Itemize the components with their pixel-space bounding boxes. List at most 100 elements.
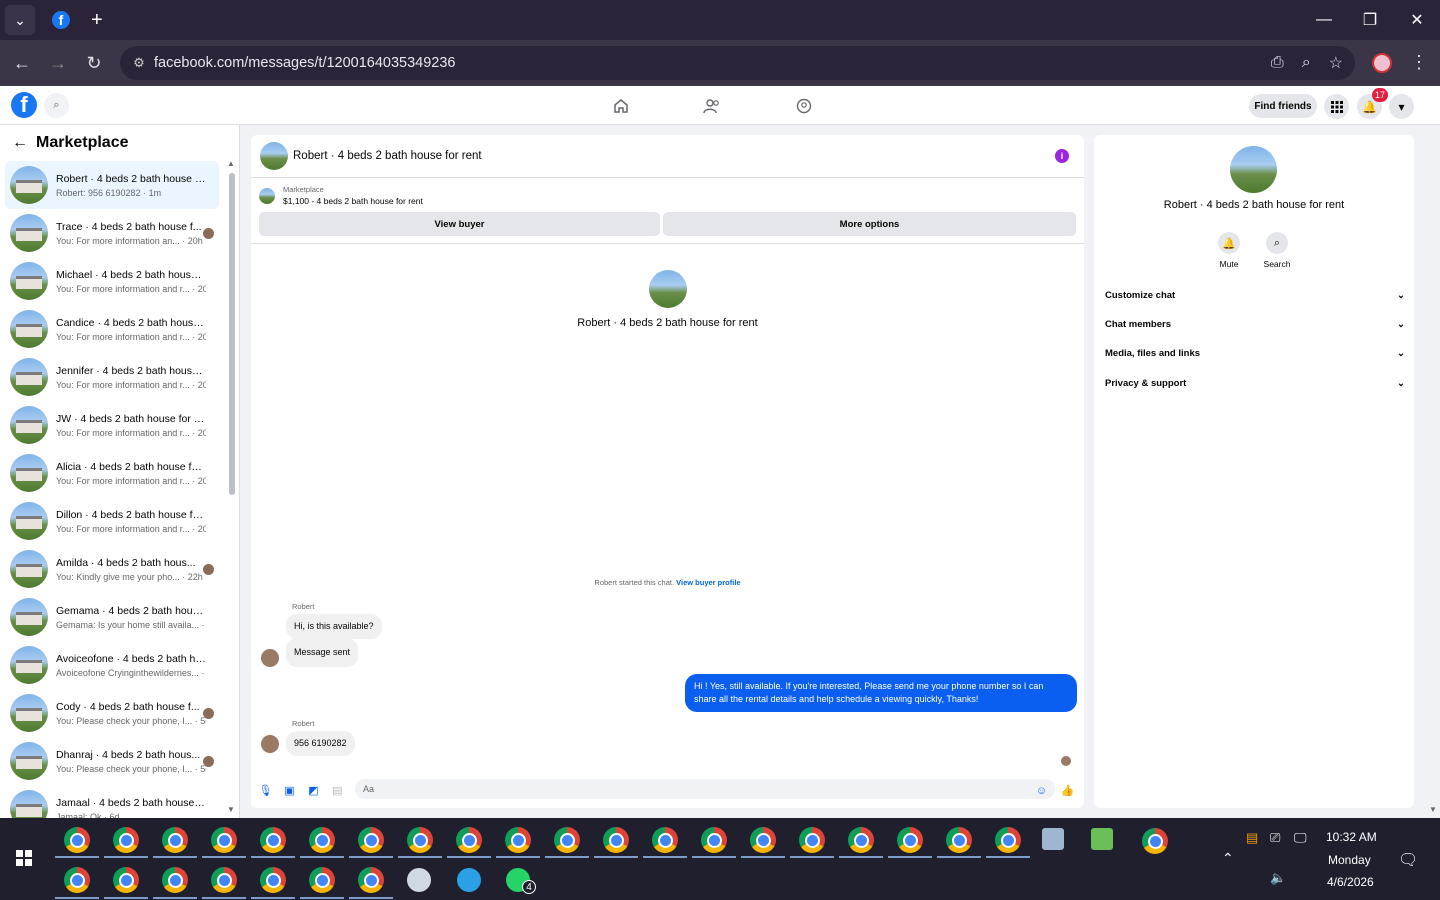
conversation-item[interactable]: Alicia · 4 beds 2 bath house for... You: … [5,449,219,497]
windows-start-icon[interactable] [16,850,32,871]
chrome-taskbar-icon[interactable] [260,827,286,853]
chrome-taskbar-icon[interactable] [505,827,531,853]
chrome-taskbar-icon[interactable] [162,827,188,853]
edge-icon[interactable] [457,868,481,892]
conversation-item[interactable]: Candice · 4 beds 2 bath house f... You: F… [5,305,219,353]
app-window-icon[interactable] [1042,828,1064,850]
view-buyer-button[interactable]: View buyer [259,212,660,236]
notepad-icon[interactable] [1091,828,1113,850]
media-files-links-item[interactable]: Media, files and links ⌄ [1105,348,1405,359]
chat-members-item[interactable]: Chat members ⌄ [1105,319,1405,330]
emoji-icon[interactable]: ☺ [1035,784,1048,797]
tab-facebook[interactable]: f [43,3,79,37]
conversation-item[interactable]: Amilda · 4 beds 2 bath hous... You: Kindl… [5,545,219,593]
friends-icon[interactable] [701,95,723,117]
chrome-taskbar-icon[interactable] [897,827,923,853]
find-friends-button[interactable]: Find friends [1249,94,1317,118]
chrome-taskbar-icon[interactable] [995,827,1021,853]
outgoing-message-bubble[interactable]: Hi ! Yes, still available. If you're int… [685,674,1077,712]
message-bubble[interactable]: Message sent [286,638,359,667]
chrome-taskbar-icon[interactable] [750,827,776,853]
conversation-item[interactable]: Robert · 4 beds 2 bath house f... Robert:… [5,161,219,209]
mute-button[interactable]: 🔔 Mute [1209,232,1249,269]
restore-icon[interactable]: ❐ [1347,0,1393,40]
profile-avatar-icon[interactable] [1372,53,1392,73]
sidebar-scrollbar[interactable] [229,173,235,495]
info-icon[interactable]: i [1055,149,1069,163]
chrome-taskbar-icon[interactable] [603,827,629,853]
conversation-item[interactable]: JW · 4 beds 2 bath house for rent You: Fo… [5,401,219,449]
meet-now-icon[interactable]: ⎚ [1270,830,1280,846]
conversation-item[interactable]: Dillon · 4 beds 2 bath house fo... You: F… [5,497,219,545]
page-scrollbar[interactable]: ▼ [1427,128,1440,818]
chrome-taskbar-icon[interactable] [946,827,972,853]
gif-icon[interactable]: ▤ [331,784,344,797]
chrome-taskbar-icon[interactable] [456,827,482,853]
chrome-taskbar-icon[interactable] [358,867,384,893]
chrome-taskbar-icon[interactable] [652,827,678,853]
conversation-item[interactable]: Trace · 4 beds 2 bath house f... You: For… [5,209,219,257]
listing-avatar[interactable] [260,142,288,170]
chrome-taskbar-icon[interactable] [162,867,188,893]
listing-summary[interactable]: Marketplace $1,100 - 4 beds 2 bath house… [259,185,423,206]
message-bubble[interactable]: 956 6190282 [286,731,355,756]
conversation-item[interactable]: Gemama · 4 beds 2 bath house... Gemama: I… [5,593,219,641]
conversation-item[interactable]: Dhanraj · 4 beds 2 bath hous... You: Plea… [5,737,219,785]
chrome-taskbar-icon[interactable] [1142,828,1168,854]
reload-icon[interactable]: ↻ [76,45,112,81]
chrome-taskbar-icon[interactable] [211,827,237,853]
search-button[interactable]: ⌕ Search [1257,232,1297,269]
conversation-item[interactable]: Michael · 4 beds 2 bath house f... You: F… [5,257,219,305]
chrome-taskbar-icon[interactable] [64,827,90,853]
scroll-down-arrow-icon[interactable]: ▼ [1429,805,1437,814]
minimize-icon[interactable]: — [1301,0,1347,40]
close-window-icon[interactable]: ✕ [1394,0,1440,40]
customize-chat-item[interactable]: Customize chat ⌄ [1105,290,1405,301]
network-icon[interactable]: 🖵 [1294,830,1307,846]
groups-icon[interactable] [793,95,815,117]
message-bubble[interactable]: Hi, is this available? [286,614,382,639]
tray-app-icon[interactable]: ▤ [1246,830,1258,846]
privacy-support-item[interactable]: Privacy & support ⌄ [1105,378,1405,389]
menu-grid-icon[interactable] [1324,94,1349,119]
profile-avatar[interactable] [648,270,687,308]
microphone-icon[interactable]: 🎙 [259,784,273,797]
more-options-button[interactable]: More options [663,212,1076,236]
chrome-taskbar-icon[interactable] [64,867,90,893]
message-input[interactable]: Aa [355,779,1055,799]
scroll-down-arrow-icon[interactable]: ▼ [227,805,235,814]
facebook-logo-icon[interactable]: f [11,92,37,118]
bookmark-star-icon[interactable]: ☆ [1329,53,1343,73]
site-info-icon[interactable]: ⚙ [124,55,154,71]
clock-time[interactable]: 10:32 AM [1326,830,1377,844]
zoom-icon[interactable]: ⌕ [1302,54,1311,72]
scroll-up-arrow-icon[interactable]: ▲ [227,159,235,168]
tray-chevron-icon[interactable]: ⌃ [1222,850,1234,867]
chrome-taskbar-icon[interactable] [799,827,825,853]
sender-avatar[interactable] [261,735,279,753]
search-icon[interactable]: ⌕ [44,93,69,118]
profile-avatar[interactable] [1230,146,1277,193]
address-bar[interactable]: ⚙ facebook.com/messages/t/12001640353492… [120,46,1355,80]
chrome-taskbar-icon[interactable] [211,867,237,893]
chrome-taskbar-icon[interactable] [113,867,139,893]
volume-icon[interactable]: 🔈 [1270,870,1286,886]
chrome-taskbar-icon[interactable] [848,827,874,853]
chrome-taskbar-icon[interactable] [113,827,139,853]
chrome-taskbar-icon[interactable] [260,867,286,893]
back-arrow-icon[interactable]: ← [4,45,40,81]
chrome-taskbar-icon[interactable] [407,827,433,853]
chrome-taskbar-icon[interactable] [554,827,580,853]
browser-menu-icon[interactable]: ⋮ [1410,52,1428,73]
conversation-item[interactable]: Avoiceofone · 4 beds 2 bath ho... Avoiceo… [5,641,219,689]
back-arrow-icon[interactable]: ← [12,134,36,152]
conversation-item[interactable]: Cody · 4 beds 2 bath house f... You: Plea… [5,689,219,737]
forward-arrow-icon[interactable]: → [40,45,76,81]
chrome-taskbar-icon[interactable] [309,827,335,853]
view-buyer-profile-link[interactable]: View buyer profile [676,578,740,587]
chat-title[interactable]: Robert · 4 beds 2 bath house for rent [293,150,482,162]
notification-center-icon[interactable]: 🗨 [1398,850,1418,870]
new-tab-plus-icon[interactable]: + [91,9,103,32]
conversation-item[interactable]: Jennifer · 4 beds 2 bath house f... You: … [5,353,219,401]
chrome-taskbar-icon[interactable] [701,827,727,853]
